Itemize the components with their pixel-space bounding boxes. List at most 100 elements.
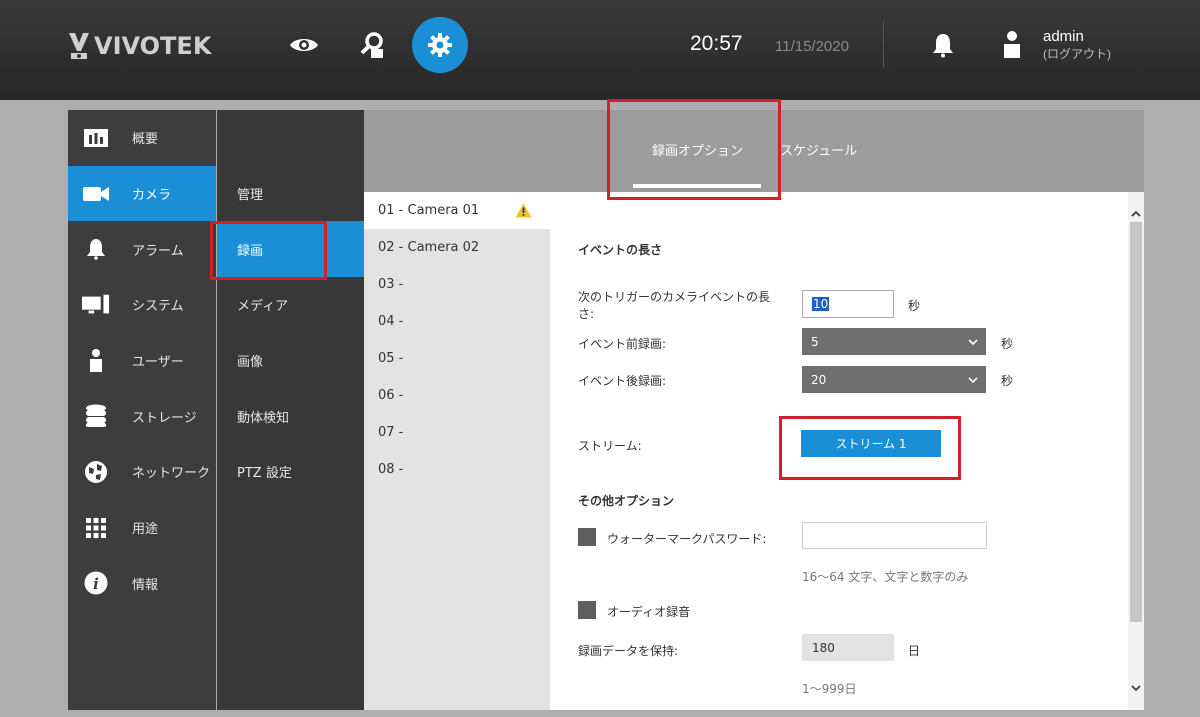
nav-item-info[interactable]: i 情報 xyxy=(68,556,216,612)
logo-text: VIVOTEK xyxy=(94,32,212,60)
next-trigger-length-value: 10 xyxy=(812,297,830,311)
apps-icon xyxy=(82,514,110,542)
info-icon: i xyxy=(82,569,110,597)
subnav-item-recording[interactable]: 録画 xyxy=(217,221,364,278)
tab-recording-options[interactable]: 録画オプション xyxy=(652,140,743,159)
scroll-up-icon[interactable] xyxy=(1128,206,1144,222)
retention-label: 録画データを保持: xyxy=(578,644,679,658)
post-record-value: 20 xyxy=(811,372,827,387)
camera-list-item[interactable]: 08 - xyxy=(364,451,550,488)
nav-item-network[interactable]: ネットワーク xyxy=(68,444,216,500)
camera-label: 01 - Camera 01 xyxy=(378,203,480,218)
pre-record-select[interactable]: 5 xyxy=(802,328,986,355)
nav-item-label: 概要 xyxy=(132,132,159,148)
logout-link[interactable]: (ログアウト) xyxy=(1043,45,1111,62)
post-record-label: イベント後録画: xyxy=(578,374,667,388)
panel-scrollbar[interactable] xyxy=(1128,192,1144,710)
nav-item-system[interactable]: システム xyxy=(68,277,216,333)
nav-item-user[interactable]: ユーザー xyxy=(68,333,216,389)
subnav-item-management[interactable]: 管理 xyxy=(217,166,364,222)
nav-item-label: ネットワーク xyxy=(132,466,211,482)
overview-icon xyxy=(82,124,110,152)
nav-item-label: 情報 xyxy=(132,577,159,593)
bell-icon xyxy=(82,235,110,263)
user-icon xyxy=(1000,30,1024,60)
live-view-button[interactable] xyxy=(276,17,332,73)
retention-hint: 1～999日 xyxy=(802,682,857,696)
watermark-label: ウォーターマークパスワード: xyxy=(607,532,767,546)
vivotek-logo: VIVOTEK xyxy=(68,26,211,66)
nav-item-label: システム xyxy=(132,299,184,315)
pre-record-unit: 秒 xyxy=(1001,337,1014,351)
camera-list-item[interactable]: 01 - Camera 01 xyxy=(364,192,550,229)
svg-text:i: i xyxy=(93,575,99,593)
header-divider xyxy=(883,22,884,68)
gear-icon xyxy=(428,33,452,57)
watermark-password-input[interactable] xyxy=(802,522,987,549)
clock-date: 11/15/2020 xyxy=(775,38,849,55)
tab-bar: 録画オプション スケジュール xyxy=(364,110,1144,192)
nav-item-storage[interactable]: ストレージ xyxy=(68,388,216,444)
audio-recording-checkbox[interactable] xyxy=(578,601,596,619)
camera-list-item[interactable]: 05 - xyxy=(364,340,550,377)
camera-list-item[interactable]: 04 - xyxy=(364,303,550,340)
pre-record-label: イベント前録画: xyxy=(578,337,667,351)
secondary-nav: 管理 録画 メディア 画像 動体検知 PTZ 設定 xyxy=(217,110,364,710)
settings-button[interactable] xyxy=(412,17,468,73)
next-trigger-length-input[interactable]: 10 xyxy=(802,290,894,318)
nav-item-label: ユーザー xyxy=(132,355,184,371)
camera-icon xyxy=(82,180,110,208)
primary-nav: 概要 カメラ アラーム システム ユーザー ストレージ ネットワーク 用途 i … xyxy=(68,110,216,710)
stream-select-button[interactable]: ストリーム 1 xyxy=(801,430,941,457)
subnav-item-ptz-settings[interactable]: PTZ 設定 xyxy=(217,444,364,500)
nav-item-label: 用途 xyxy=(132,522,159,538)
retention-days-input[interactable]: 180 xyxy=(802,634,894,661)
other-options-title: その他オプション xyxy=(578,494,675,508)
eye-icon xyxy=(290,39,318,51)
top-bar: VIVOTEK 20:57 11/15/2020 admin (ログアウト) xyxy=(0,0,1200,100)
post-record-select[interactable]: 20 xyxy=(802,366,986,393)
warning-icon xyxy=(515,203,532,218)
camera-list: 01 - Camera 01 02 - Camera 02 03 - 04 - … xyxy=(364,192,550,710)
nav-item-apps[interactable]: 用途 xyxy=(68,500,216,556)
nav-item-camera[interactable]: カメラ xyxy=(68,165,216,222)
event-length-title: イベントの長さ xyxy=(578,243,663,257)
next-trigger-label: 次のトリガーのカメライベントの長 さ: xyxy=(578,289,770,323)
camera-list-item[interactable]: 02 - Camera 02 xyxy=(364,229,550,266)
pre-record-value: 5 xyxy=(811,334,819,349)
storage-icon xyxy=(82,402,110,430)
clock-time: 20:57 xyxy=(690,32,743,55)
subnav-item-motion-detection[interactable]: 動体検知 xyxy=(217,388,364,444)
next-trigger-unit: 秒 xyxy=(908,299,921,313)
user-icon xyxy=(82,347,110,375)
camera-list-item[interactable]: 07 - xyxy=(364,414,550,451)
username: admin xyxy=(1043,28,1084,45)
playback-search-button[interactable] xyxy=(344,17,400,73)
audio-recording-label: オーディオ録音 xyxy=(607,605,691,619)
post-record-unit: 秒 xyxy=(1001,374,1014,388)
active-tab-indicator xyxy=(633,184,761,188)
nav-item-label: アラーム xyxy=(132,243,184,259)
notifications-bell-icon[interactable] xyxy=(930,32,956,58)
subnav-item-media[interactable]: メディア xyxy=(217,277,364,333)
nav-item-label: ストレージ xyxy=(132,410,197,426)
chevron-down-icon xyxy=(968,338,978,345)
tab-schedule[interactable]: スケジュール xyxy=(780,140,857,159)
retention-unit: 日 xyxy=(908,644,921,658)
nav-item-overview[interactable]: 概要 xyxy=(68,110,216,166)
subnav-item-image[interactable]: 画像 xyxy=(217,333,364,389)
next-trigger-label-line1: 次のトリガーのカメライベントの長 xyxy=(578,290,771,304)
watermark-hint: 16～64 文字、文字と数字のみ xyxy=(802,570,969,584)
chevron-down-icon xyxy=(968,376,978,383)
watermark-checkbox[interactable] xyxy=(578,528,596,546)
scroll-thumb[interactable] xyxy=(1130,222,1142,622)
scroll-down-icon[interactable] xyxy=(1128,680,1144,696)
camera-list-item[interactable]: 03 - xyxy=(364,266,550,303)
search-icon xyxy=(360,32,383,58)
nav-item-alarm[interactable]: アラーム xyxy=(68,221,216,277)
system-icon xyxy=(82,291,110,319)
camera-list-item[interactable]: 06 - xyxy=(364,377,550,414)
nav-item-label: カメラ xyxy=(132,188,172,204)
network-icon xyxy=(82,458,110,486)
next-trigger-label-line2: さ: xyxy=(578,307,595,321)
